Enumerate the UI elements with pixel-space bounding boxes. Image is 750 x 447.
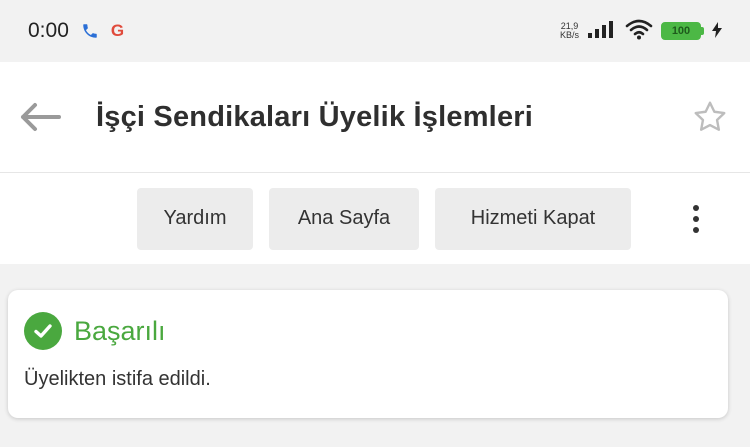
success-alert: Başarılı Üyelikten istifa edildi. <box>8 290 728 418</box>
alert-title: Başarılı <box>74 315 166 346</box>
charging-icon <box>712 21 722 41</box>
star-icon <box>694 101 726 131</box>
action-bar: Yardım Ana Sayfa Hizmeti Kapat <box>0 172 750 264</box>
close-service-button[interactable]: Hizmeti Kapat <box>435 187 631 250</box>
status-left: 0:00 G <box>28 19 124 43</box>
battery-icon: 100 <box>661 22 704 40</box>
more-options-button[interactable] <box>681 194 711 244</box>
more-vertical-icon-dot-2 <box>693 215 699 222</box>
alert-header: Başarılı <box>24 312 712 350</box>
battery-level: 100 <box>661 22 701 40</box>
page-title: İşçi Sendikaları Üyelik İşlemleri <box>96 100 534 133</box>
battery-tip <box>701 27 704 35</box>
status-bar: 0:00 G 21,9 KB/s 100 <box>0 0 750 62</box>
favorite-button[interactable] <box>688 95 732 139</box>
network-speed-unit: KB/s <box>559 30 579 40</box>
google-icon: G <box>110 21 125 40</box>
check-circle-icon <box>24 312 62 350</box>
more-vertical-icon-dot-3 <box>693 226 699 233</box>
home-page-button[interactable]: Ana Sayfa <box>269 187 419 250</box>
wifi-icon <box>625 18 653 45</box>
network-speed: 21,9 KB/s <box>560 22 579 40</box>
alert-message: Üyelikten istifa edildi. <box>24 368 211 390</box>
status-time: 0:00 <box>28 19 69 42</box>
status-right: 21,9 KB/s 100 <box>560 18 722 45</box>
phone-icon <box>81 22 99 40</box>
app-header: İşçi Sendikaları Üyelik İşlemleri <box>0 62 750 172</box>
more-vertical-icon-dot-1 <box>693 204 699 211</box>
signal-icon <box>587 19 617 44</box>
help-button[interactable]: Yardım <box>137 187 253 250</box>
back-button[interactable] <box>18 95 62 139</box>
back-arrow-icon <box>21 103 61 131</box>
